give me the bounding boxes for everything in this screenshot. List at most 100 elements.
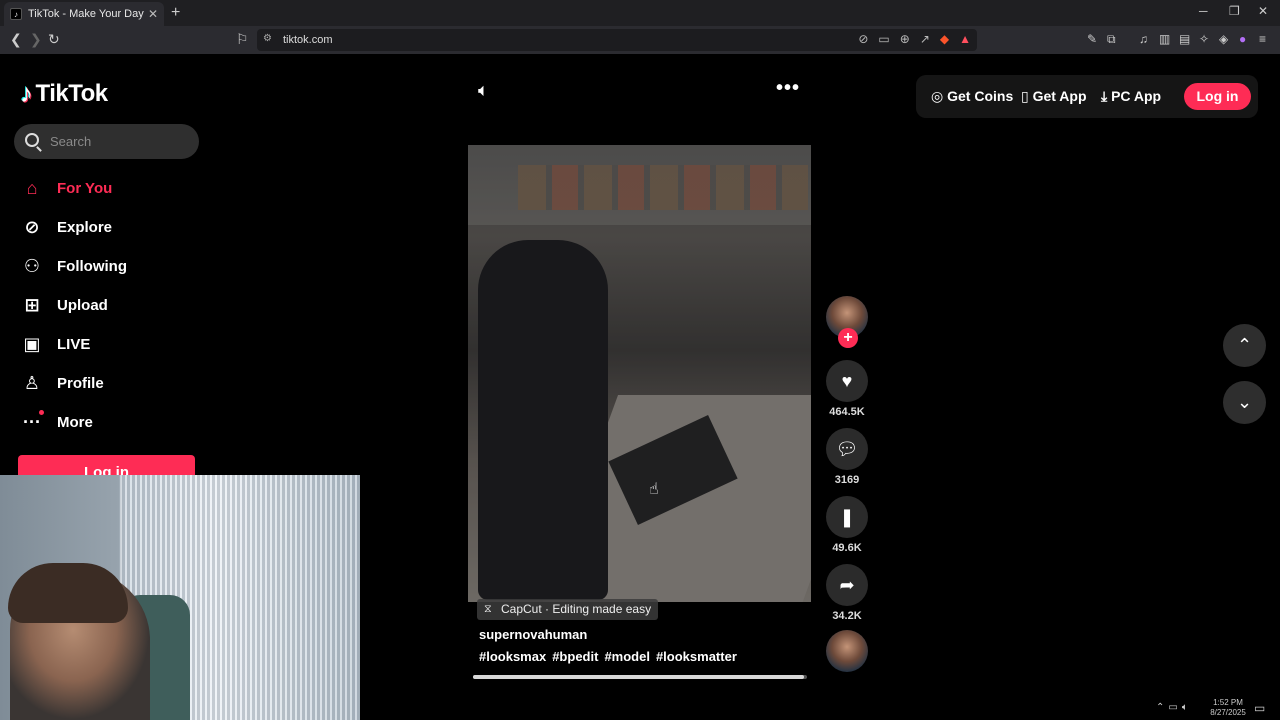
like-button[interactable]: ♥ xyxy=(826,360,868,402)
volume-icon[interactable]: 🔈︎ xyxy=(478,80,489,101)
vpn-icon[interactable]: ◈ xyxy=(1219,32,1228,46)
tiktok-logo[interactable]: ♪ TikTok xyxy=(20,78,108,109)
get-app-link[interactable]: ▯ Get App xyxy=(1021,88,1087,105)
tray-icons[interactable]: ⌃▭🔈︎ xyxy=(1156,702,1192,713)
brave-shield-icon[interactable]: ◆ xyxy=(940,32,949,46)
close-tab-icon[interactable]: ✕ xyxy=(148,7,158,21)
forward-icon[interactable]: ❯ xyxy=(30,31,42,48)
sidebar-item-for-you[interactable]: ⌂ For You xyxy=(18,169,127,208)
clock-date: 8/27/2025 xyxy=(1210,708,1246,717)
header-login-button[interactable]: Log in xyxy=(1184,83,1251,110)
back-icon[interactable]: ❮ xyxy=(10,31,22,48)
extensions-icon[interactable]: ✎ xyxy=(1087,32,1097,46)
upload-icon: ⊞ xyxy=(24,295,40,315)
sidebar-item-profile[interactable]: ♙ Profile xyxy=(18,364,127,403)
tiktok-note-icon: ♪ xyxy=(20,78,33,108)
sidebar-item-following[interactable]: ⚇ Following xyxy=(18,247,127,286)
sidebar-item-label: LIVE xyxy=(57,336,91,353)
hashtag-link[interactable]: #looksmax xyxy=(479,649,546,664)
address-bar-icons: ⊘ ▭ ⊕ ↗ ◆ ▲ xyxy=(858,32,971,46)
hashtag-link[interactable]: #model xyxy=(604,649,650,664)
tiktok-favicon-icon: ♪ xyxy=(10,8,22,20)
browser-tabbar: ♪ TikTok - Make Your Day ✕ + ─ ❐ ✕ xyxy=(0,0,1280,26)
clock-time: 1:52 PM xyxy=(1213,698,1243,707)
share-icon[interactable]: ↗ xyxy=(920,32,930,46)
reload-icon[interactable]: ↻ xyxy=(48,31,60,48)
hashtag-link[interactable]: #looksmatter xyxy=(656,649,737,664)
tiktok-page: ♪ TikTok Search ⌂ For You ⊘ Explore ⚇ Fo… xyxy=(0,54,1280,720)
next-video-button[interactable]: ⌄ xyxy=(1223,381,1266,424)
comment-button[interactable]: 💬︎ xyxy=(826,428,868,470)
menu-icon[interactable]: ≡ xyxy=(1259,32,1266,46)
sidebar-item-label: For You xyxy=(57,180,113,197)
phone-icon: ▯ xyxy=(1021,88,1033,104)
more-icon: ··· xyxy=(18,410,46,433)
sidebar-item-label: Profile xyxy=(57,375,104,392)
webcam-overlay xyxy=(0,475,360,720)
search-input[interactable]: Search xyxy=(14,124,199,159)
system-tray: ⌃▭🔈︎ 1:52 PM 8/27/2025 ▭ xyxy=(1150,696,1280,720)
video-progress-fill xyxy=(473,675,804,679)
sidebar-item-explore[interactable]: ⊘ Explore xyxy=(18,208,127,247)
like-count: 464.5K xyxy=(829,406,865,418)
download-icon: ⤓ xyxy=(1101,88,1112,104)
get-coins-link[interactable]: ◎ Get Coins xyxy=(931,88,1013,105)
following-icon: ⚇ xyxy=(23,256,41,276)
previous-video-button[interactable]: ⌃ xyxy=(1223,324,1266,367)
cast-icon[interactable]: ▭ xyxy=(878,32,889,46)
sound-avatar[interactable] xyxy=(826,630,868,672)
brave-rewards-icon[interactable]: ▲ xyxy=(959,32,971,46)
save-count: 49.6K xyxy=(832,542,862,554)
video-dim-overlay xyxy=(468,145,811,602)
video-author[interactable]: supernovahuman xyxy=(479,627,587,642)
save-button[interactable]: ❚ xyxy=(826,496,868,538)
hashtag-link[interactable]: #bpedit xyxy=(552,649,598,664)
chevron-up-icon: ⌃ xyxy=(1236,335,1253,355)
sidebar-item-live[interactable]: ▣ LIVE xyxy=(18,325,127,364)
media-icon[interactable]: ♫ xyxy=(1139,32,1148,46)
site-info-icon[interactable]: ⚙ xyxy=(263,33,272,44)
restore-icon[interactable]: ❐ xyxy=(1229,4,1240,18)
profile-browser-icon[interactable]: ● xyxy=(1239,32,1246,46)
minimize-icon[interactable]: ─ xyxy=(1199,4,1208,18)
zoom-icon[interactable]: ⊕ xyxy=(900,32,910,46)
hand-cursor-icon: ☝ xyxy=(649,481,659,498)
screenshot-icon[interactable]: ⧉ xyxy=(1107,32,1116,47)
capcut-icon: ⧖ xyxy=(484,603,492,615)
compass-icon: ⊘ xyxy=(24,217,40,237)
search-icon xyxy=(25,133,39,147)
get-app-label: Get App xyxy=(1032,88,1087,104)
comment-icon: 💬︎ xyxy=(835,439,859,459)
capcut-tag[interactable]: ⧖ CapCut · Editing made easy xyxy=(477,599,659,620)
bookmark-icon[interactable]: ⚐ xyxy=(236,31,249,48)
sidebar-item-upload[interactable]: ⊞ Upload xyxy=(18,286,127,325)
follow-plus-icon[interactable]: + xyxy=(838,328,858,348)
profile-icon: ♙ xyxy=(23,373,41,393)
address-bar[interactable]: ⚙ tiktok.com ⊘ ▭ ⊕ ↗ ◆ ▲ xyxy=(257,29,977,51)
tracking-icon[interactable]: ⊘ xyxy=(858,32,868,46)
sidebar-item-more[interactable]: ··· More xyxy=(18,403,127,442)
more-options-icon[interactable]: ••• xyxy=(776,77,800,100)
new-tab-icon[interactable]: + xyxy=(171,4,180,22)
coin-icon: ◎ xyxy=(931,88,948,104)
close-window-icon[interactable]: ✕ xyxy=(1258,4,1268,18)
notification-icon[interactable]: ▭ xyxy=(1254,701,1265,715)
home-icon: ⌂ xyxy=(26,178,38,198)
browser-tab[interactable]: ♪ TikTok - Make Your Day ✕ xyxy=(4,2,164,26)
video-player[interactable] xyxy=(468,145,811,602)
creator-avatar[interactable]: + xyxy=(826,296,868,348)
sidebar-item-label: Following xyxy=(57,258,127,275)
video-hashtags: #looksmax #bpedit #model #looksmatter xyxy=(479,649,737,664)
bookmark-icon: ❚ xyxy=(839,507,855,527)
share-button[interactable]: ➦ xyxy=(826,564,868,606)
pc-app-link[interactable]: ⤓ PC App xyxy=(1101,88,1161,105)
video-progress-bar[interactable] xyxy=(473,675,807,679)
sidebar-icon[interactable]: ▥ xyxy=(1159,32,1170,46)
leo-icon[interactable]: ✧ xyxy=(1199,32,1209,46)
wallet-icon[interactable]: ▤ xyxy=(1179,32,1190,46)
clock[interactable]: 1:52 PM 8/27/2025 xyxy=(1206,698,1250,718)
video-actions: + ♥ 464.5K 💬︎ 3169 ❚ 49.6K ➦ 34.2K xyxy=(824,296,870,672)
logo-text: TikTok xyxy=(35,79,109,107)
comment-count: 3169 xyxy=(834,474,860,486)
chevron-down-icon: ⌄ xyxy=(1236,392,1253,412)
